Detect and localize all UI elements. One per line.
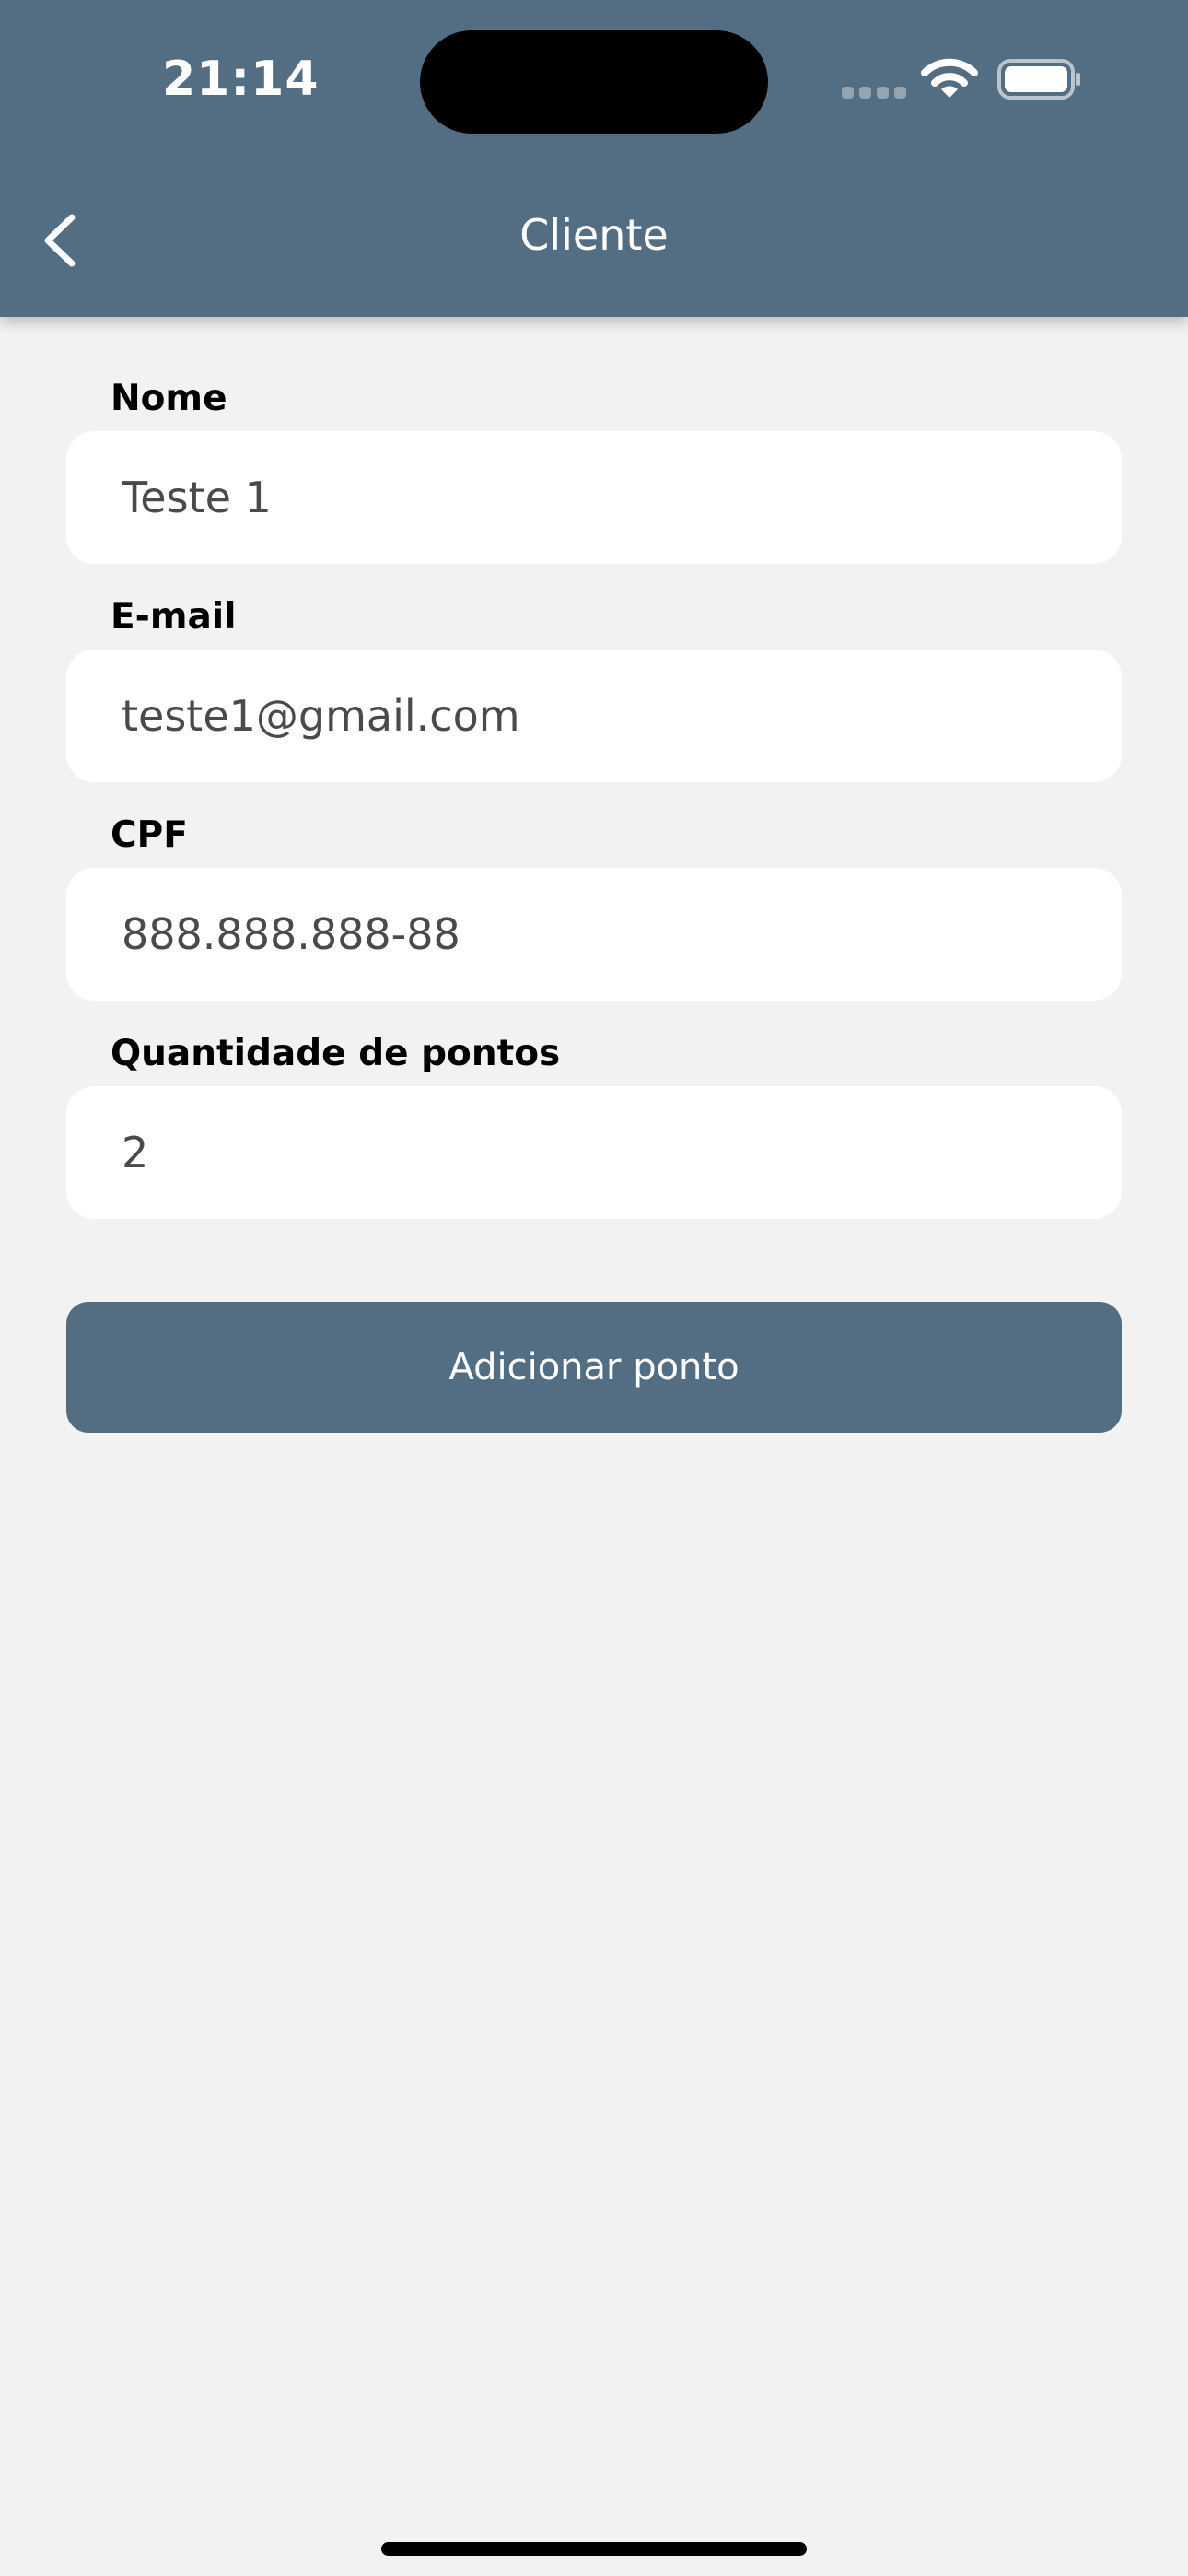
- status-time: 21:14: [162, 52, 320, 107]
- cpf-label: CPF: [111, 814, 188, 856]
- app-header: 21:14 Cliente: [0, 0, 1188, 317]
- cellular-signal-icon: [842, 87, 906, 100]
- nome-field[interactable]: [66, 431, 1122, 564]
- page-title: Cliente: [519, 210, 669, 260]
- battery-icon: [997, 59, 1080, 100]
- nome-label: Nome: [111, 378, 227, 419]
- add-point-button[interactable]: Adicionar ponto: [66, 1302, 1122, 1433]
- email-field[interactable]: [66, 650, 1122, 782]
- pontos-field[interactable]: [66, 1086, 1122, 1219]
- dynamic-island: [420, 30, 768, 134]
- email-label: E-mail: [111, 596, 237, 638]
- cpf-field[interactable]: [66, 868, 1122, 1001]
- home-indicator[interactable]: [381, 2542, 807, 2556]
- pontos-label: Quantidade de pontos: [111, 1033, 561, 1074]
- wifi-icon: [921, 58, 978, 98]
